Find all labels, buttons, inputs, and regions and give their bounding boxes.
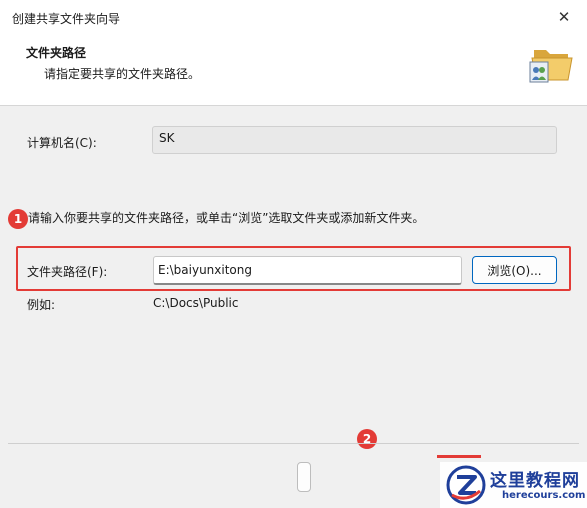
wizard-header: 文件夹路径 请指定要共享的文件夹路径。 [0,34,587,106]
footer-divider [8,443,579,444]
close-icon: ✕ [557,8,571,26]
step-badge-1: 1 [8,209,28,229]
watermark-url: herecours.com [502,490,586,501]
folder-path-label: 文件夹路径(F): [27,265,108,279]
window-title: 创建共享文件夹向导 [12,12,121,26]
example-label: 例如: [27,298,56,312]
back-button[interactable] [297,462,311,492]
shared-folder-icon [529,50,573,83]
watermark-title: 这里教程网 [490,471,580,491]
computer-name-field: SK [152,126,557,154]
step-badge-2: 2 [357,429,377,449]
header-subtitle: 请指定要共享的文件夹路径。 [44,67,201,81]
header-title: 文件夹路径 [26,46,87,60]
instruction-text: 请输入你要共享的文件夹路径，或单击“浏览”选取文件夹或添加新文件夹。 [28,211,425,225]
close-button[interactable]: ✕ [541,0,587,34]
title-bar: 创建共享文件夹向导 ✕ [0,0,587,34]
highlight-sliver [437,455,481,458]
watermark: 这里教程网 herecours.com [440,462,587,508]
folder-path-input[interactable] [153,256,462,285]
computer-name-label: 计算机名(C): [27,136,97,150]
watermark-logo-icon [446,465,486,505]
browse-button[interactable]: 浏览(O)... [472,256,557,284]
example-value: C:\Docs\Public [153,296,239,310]
